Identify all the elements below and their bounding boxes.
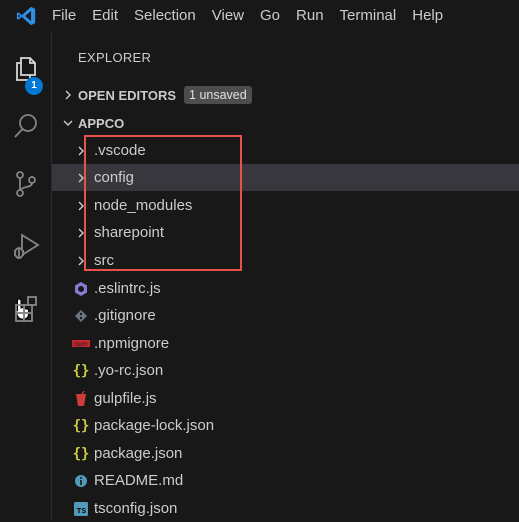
file-label: README.md — [94, 472, 184, 489]
git-icon — [70, 302, 92, 329]
file-label: tsconfig.json — [94, 500, 178, 517]
file-label: .gitignore — [94, 307, 156, 324]
folder-item[interactable]: sharepoint — [52, 219, 519, 246]
menu-selection[interactable]: Selection — [126, 0, 204, 32]
folder-label: sharepoint — [94, 224, 165, 241]
run-debug-icon — [11, 231, 41, 261]
explorer-badge: 1 — [25, 77, 43, 95]
chevron-right-icon — [58, 82, 78, 108]
menu-bar: File Edit Selection View Go Run Terminal… — [0, 0, 519, 32]
file-item[interactable]: {} .yo-rc.json — [52, 357, 519, 384]
run-debug-activity-button[interactable] — [0, 222, 52, 270]
workspace-section[interactable]: APPCO — [52, 110, 519, 136]
open-editors-section[interactable]: OPEN EDITORS 1 unsaved — [52, 82, 519, 108]
explorer-panel: EXPLORER OPEN EDITORS 1 unsaved APPCO .v… — [52, 32, 519, 521]
activity-bar: 1 — [0, 32, 52, 521]
folder-label: .vscode — [94, 142, 146, 159]
menu-go[interactable]: Go — [252, 0, 288, 32]
chevron-right-icon — [70, 137, 92, 164]
folder-item[interactable]: node_modules — [52, 192, 519, 219]
search-activity-button[interactable] — [0, 102, 52, 150]
unsaved-badge: 1 unsaved — [184, 86, 252, 104]
npm-icon: npm — [70, 330, 92, 357]
json-icon: {} — [72, 362, 90, 379]
file-item[interactable]: npm .npmignore — [52, 330, 519, 357]
gulp-icon — [70, 385, 92, 412]
explorer-title: EXPLORER — [78, 50, 152, 65]
svg-text:npm: npm — [74, 341, 88, 348]
folder-label: node_modules — [94, 197, 193, 214]
json-icon: {} — [72, 445, 90, 462]
file-label: .yo-rc.json — [94, 362, 164, 379]
menu-terminal[interactable]: Terminal — [332, 0, 405, 32]
chevron-right-icon — [70, 247, 92, 274]
file-item[interactable]: TS tsconfig.json — [52, 495, 519, 522]
eslint-icon — [70, 275, 92, 302]
svg-text:TS: TS — [77, 507, 87, 515]
explorer-activity-button[interactable]: 1 — [0, 44, 52, 95]
typescript-icon: TS — [70, 495, 92, 522]
chevron-down-icon — [58, 110, 78, 136]
file-label: package-lock.json — [94, 417, 215, 434]
json-icon: {} — [72, 417, 90, 434]
chevron-right-icon — [70, 164, 92, 191]
file-item[interactable]: {} package-lock.json — [52, 412, 519, 439]
extensions-icon — [11, 293, 41, 323]
file-item[interactable]: {} package.json — [52, 440, 519, 467]
chevron-right-icon — [70, 219, 92, 246]
folder-label: src — [94, 252, 114, 269]
menu-run[interactable]: Run — [288, 0, 332, 32]
folder-label: config — [94, 169, 135, 186]
file-item[interactable]: gulpfile.js — [52, 385, 519, 412]
workspace-label: APPCO — [78, 115, 125, 131]
folder-item[interactable]: src — [52, 247, 519, 274]
file-item[interactable]: README.md — [52, 467, 519, 494]
file-label: package.json — [94, 445, 183, 462]
file-label: gulpfile.js — [94, 390, 157, 407]
menu-file[interactable]: File — [52, 0, 84, 32]
menu-view[interactable]: View — [204, 0, 252, 32]
open-editors-label: OPEN EDITORS — [78, 87, 177, 103]
file-label: .eslintrc.js — [94, 280, 161, 297]
file-label: .npmignore — [94, 335, 170, 352]
source-control-icon — [11, 169, 41, 199]
menu-help[interactable]: Help — [404, 0, 451, 32]
search-icon — [11, 111, 41, 141]
folder-item[interactable]: .vscode — [52, 137, 519, 164]
chevron-right-icon — [70, 192, 92, 219]
vscode-logo-icon — [0, 0, 52, 32]
extensions-activity-button[interactable] — [0, 284, 52, 332]
file-item[interactable]: .gitignore — [52, 302, 519, 329]
file-item[interactable]: .eslintrc.js — [52, 275, 519, 302]
info-icon — [70, 467, 92, 494]
folder-item[interactable]: config — [52, 164, 519, 191]
source-control-activity-button[interactable] — [0, 160, 52, 208]
menu-edit[interactable]: Edit — [84, 0, 126, 32]
